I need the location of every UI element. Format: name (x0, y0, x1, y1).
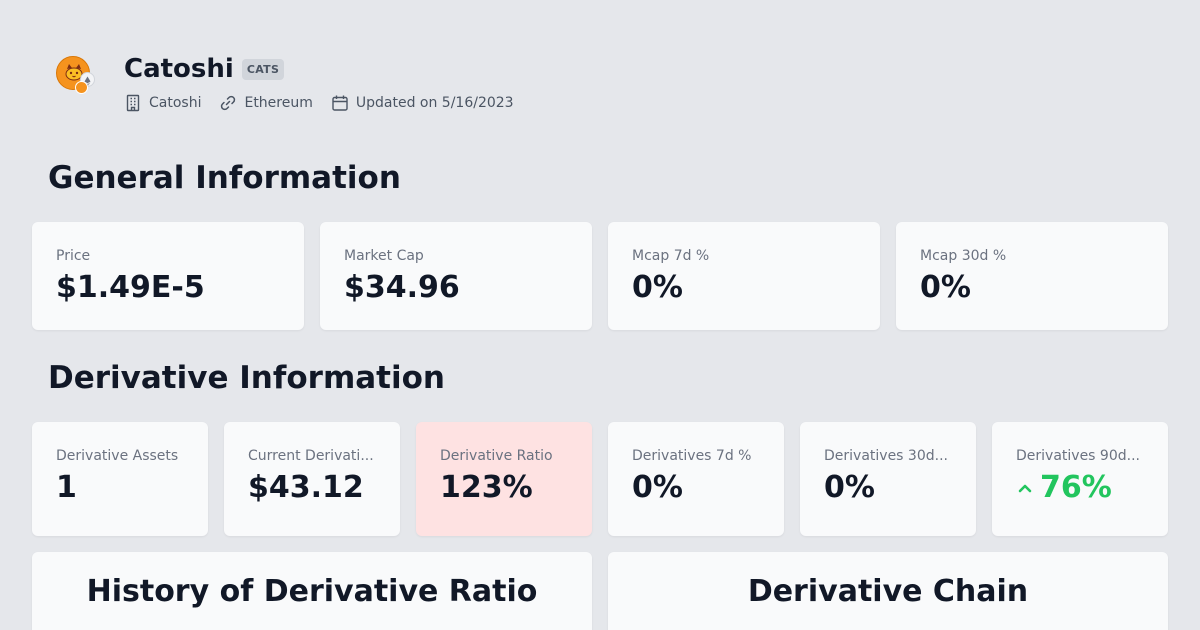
chain-panel: Derivative Chain (608, 552, 1168, 630)
building-icon (124, 94, 142, 112)
card-value: 1 (56, 470, 77, 505)
card-label: Derivative Ratio (440, 448, 553, 464)
card-value: 0% (920, 270, 971, 305)
issuer-name: Catoshi (149, 95, 202, 111)
card-value: 0% (632, 470, 683, 505)
token-meta: Catoshi Ethereum Updated on 5/16/2023 (124, 94, 514, 112)
card-value: $34.96 (344, 270, 460, 305)
card-value: $43.12 (248, 470, 364, 505)
token-symbol-badge: CATS (241, 58, 285, 80)
chain-name: Ethereum (244, 95, 313, 111)
card-label: Derivatives 7d % (632, 448, 752, 464)
link-icon (219, 94, 237, 112)
current-derivative-card: Current Derivati... $43.12 (224, 422, 400, 536)
history-title: History of Derivative Ratio (86, 574, 538, 609)
derivatives-30d-card: Derivatives 30d... 0% (800, 422, 976, 536)
derivatives-7d-card: Derivatives 7d % 0% (608, 422, 784, 536)
card-label: Mcap 30d % (920, 248, 1007, 264)
card-value: 0% (632, 270, 683, 305)
token-page: Catoshi CATS Catoshi Ethereum Updated on… (0, 0, 1200, 630)
title-row: Catoshi CATS (124, 54, 285, 84)
card-label: Price (56, 248, 91, 264)
card-label: Current Derivati... (248, 448, 374, 464)
mcap-7d-card: Mcap 7d % 0% (608, 222, 880, 330)
card-label: Derivative Assets (56, 448, 179, 464)
chain-item[interactable]: Ethereum (219, 94, 313, 112)
issuer-item: Catoshi (124, 94, 201, 112)
card-label: Mcap 7d % (632, 248, 710, 264)
updated-date: Updated on 5/16/2023 (355, 95, 514, 111)
mcap-30d-card: Mcap 30d % 0% (896, 222, 1168, 330)
general-info-title: General Information (48, 160, 401, 196)
card-value: 0% (824, 470, 875, 505)
chevron-up-icon (1016, 470, 1034, 505)
card-value: $1.49E-5 (56, 270, 205, 305)
cat-coin-small-icon (75, 81, 88, 94)
token-header: Catoshi CATS Catoshi Ethereum Updated on… (48, 48, 748, 118)
price-card: Price $1.49E-5 (32, 222, 304, 330)
card-value: 123% (440, 470, 533, 505)
history-panel: History of Derivative Ratio (32, 552, 592, 630)
chain-title: Derivative Chain (747, 574, 1029, 609)
token-name: Catoshi (124, 54, 234, 84)
derivatives-90d-card: Derivatives 90d... 76% (992, 422, 1168, 536)
card-label: Derivatives 90d... (1016, 448, 1140, 464)
updated-item: Updated on 5/16/2023 (331, 94, 514, 112)
card-label: Market Cap (344, 248, 424, 264)
derivative-ratio-card: Derivative Ratio 123% (416, 422, 592, 536)
market-cap-card: Market Cap $34.96 (320, 222, 592, 330)
derivative-info-title: Derivative Information (48, 360, 445, 396)
derivative-assets-card: Derivative Assets 1 (32, 422, 208, 536)
calendar-icon (331, 94, 349, 112)
change-value: 76% (1040, 470, 1112, 505)
card-label: Derivatives 30d... (824, 448, 948, 464)
card-value-positive: 76% (1016, 470, 1112, 505)
